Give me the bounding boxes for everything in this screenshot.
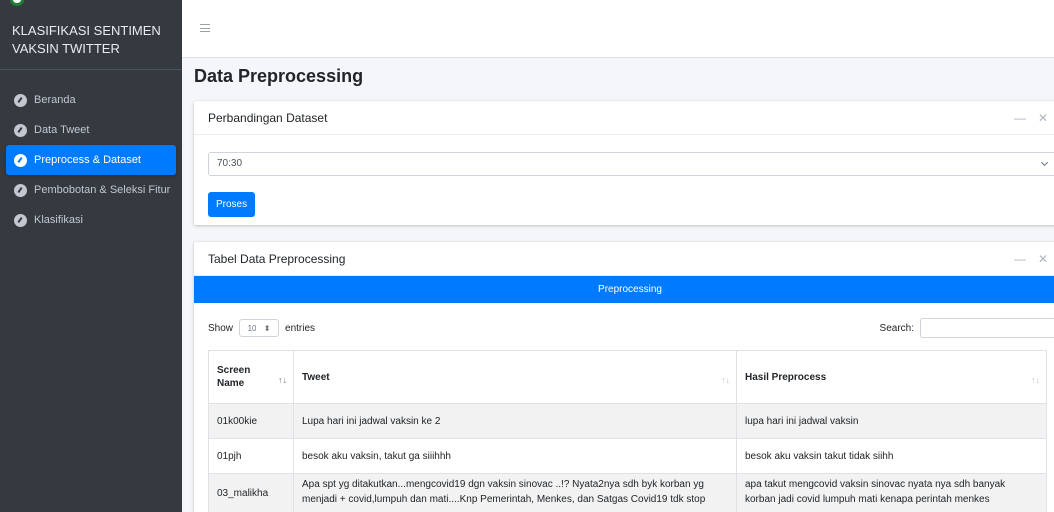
dataset-ratio-select[interactable]: 70:30 [208,152,1054,176]
preprocessing-table: Screen Name ↑↓ Tweet ↑↓ Hasil Preprocess… [208,350,1047,512]
dashboard-gauge-icon [14,123,27,137]
cell-screen-name: 03_malikha [208,473,294,512]
column-label: Hasil Preprocess [745,371,827,383]
cell-tweet: Lupa hari ini jadwal vaksin ke 2 [293,403,737,439]
table-card: Tabel Data Preprocessing — ✕ Preprocessi… [194,242,1054,512]
sidebar-item-label: Preprocess & Dataset [34,154,141,166]
top-navbar [182,0,1054,58]
card-tools: — ✕ [1014,111,1048,125]
table-row: 01k00kie Lupa hari ini jadwal vaksin ke … [208,403,1047,439]
entries-value: 10 [247,323,257,333]
column-header-tweet[interactable]: Tweet ↑↓ [293,350,737,404]
card-tools: — ✕ [1014,252,1048,266]
sort-icon: ↑↓ [721,375,730,385]
cell-tweet: Apa spt yg ditakutkan...mengcovid19 dgn … [293,473,737,512]
column-header-hasil-preprocess[interactable]: Hasil Preprocess ↑↓ [736,350,1047,404]
card-title: Tabel Data Preprocessing [208,251,346,266]
hamburger-icon[interactable] [200,24,210,32]
entries-select[interactable]: 10 ⬍ [239,319,280,337]
minus-icon[interactable]: — [1014,252,1026,266]
dataset-card: Perbandingan Dataset — ✕ 70:30 Proses [194,101,1054,225]
logo-icon [10,0,24,6]
brand-title: KLASIFIKASI SENTIMEN VAKSIN TWITTER [12,23,161,56]
card-title: Perbandingan Dataset [208,110,328,125]
table-row: 01pjh besok aku vaksin, takut ga siiihhh… [208,438,1047,474]
sidebar-item-beranda[interactable]: Beranda [6,85,176,115]
sidebar-item-klasifikasi[interactable]: Klasifikasi [6,205,176,235]
sort-asc-icon: ↑↓ [278,375,287,385]
cell-hasil: lupa hari ini jadwal vaksin [736,403,1047,439]
sidebar-item-label: Data Tweet [34,124,90,136]
preprocessing-button[interactable]: Preprocessing [194,276,1054,303]
sidebar: KLASIFIKASI SENTIMEN VAKSIN TWITTER Bera… [0,0,182,512]
dashboard-gauge-icon [14,153,27,167]
cell-screen-name: 01k00kie [208,403,294,439]
sidebar-nav: Beranda Data Tweet Preprocess & Dataset … [0,70,182,235]
dashboard-gauge-icon [14,183,27,197]
column-label: Screen Name [217,365,251,389]
minus-icon[interactable]: — [1014,111,1026,125]
cell-hasil: besok aku vaksin takut tidak siihh [736,438,1047,474]
sidebar-item-data-tweet[interactable]: Data Tweet [6,115,176,145]
main-content: Data Preprocessing Perbandingan Dataset … [182,58,1054,512]
sidebar-item-label: Klasifikasi [34,214,83,226]
close-icon[interactable]: ✕ [1038,111,1048,125]
show-label: Show [208,322,234,334]
entries-label: entries [285,322,316,334]
table-header-row: Screen Name ↑↓ Tweet ↑↓ Hasil Preprocess… [208,350,1047,404]
proses-button[interactable]: Proses [208,192,256,217]
updown-icon: ⬍ [263,323,271,333]
sidebar-item-label: Pembobotan & Seleksi Fitur [34,184,171,196]
search-box: Search: [880,318,1054,338]
card-header: Tabel Data Preprocessing — ✕ [194,242,1054,276]
cell-screen-name: 01pjh [208,438,294,474]
brand[interactable]: KLASIFIKASI SENTIMEN VAKSIN TWITTER [0,0,182,70]
search-input[interactable] [920,318,1054,338]
page-title: Data Preprocessing [194,66,364,86]
chevron-down-icon [1040,158,1049,167]
sidebar-item-preprocess-dataset[interactable]: Preprocess & Dataset [6,145,176,175]
card-header: Perbandingan Dataset — ✕ [194,101,1054,135]
close-icon[interactable]: ✕ [1038,252,1048,266]
search-label: Search: [879,322,914,334]
column-label: Tweet [302,371,330,383]
sidebar-item-label: Beranda [34,94,76,106]
table-row: 03_malikha Apa spt yg ditakutkan...mengc… [208,473,1047,512]
cell-hasil: apa takut mengcovid vaksin sinovac nyata… [736,473,1047,512]
dashboard-gauge-icon [14,93,27,107]
sidebar-item-pembobotan[interactable]: Pembobotan & Seleksi Fitur [6,175,176,205]
column-header-screen-name[interactable]: Screen Name ↑↓ [208,350,294,404]
cell-tweet: besok aku vaksin, takut ga siiihhh [293,438,737,474]
sort-icon: ↑↓ [1031,375,1040,385]
dashboard-gauge-icon [14,213,27,227]
select-value: 70:30 [217,158,243,169]
datatable-controls: Show 10 ⬍ entries Search: [208,318,1054,338]
